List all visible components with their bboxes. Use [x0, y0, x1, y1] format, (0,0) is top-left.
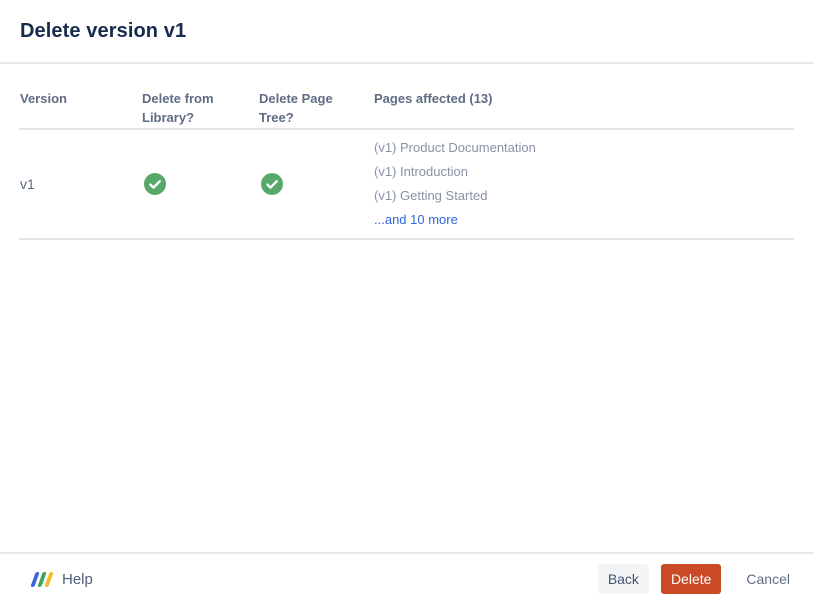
help-label: Help: [62, 570, 93, 588]
and-more-link[interactable]: ...and 10 more: [374, 208, 458, 232]
affected-page: (v1) Introduction: [374, 164, 468, 179]
dialog-header: Delete version v1: [0, 0, 813, 62]
dialog-footer: Help Back Delete Cancel: [0, 552, 813, 604]
back-button[interactable]: Back: [597, 564, 649, 594]
column-header-delete-from-library: Delete from Library?: [142, 91, 214, 125]
k15t-slashes-logo-icon: [30, 571, 54, 587]
cancel-link[interactable]: Cancel: [743, 571, 793, 587]
pages-affected-cell: (v1) Product Documentation (v1) Introduc…: [374, 136, 794, 232]
delete-version-dialog: Delete version v1 Version Delete from Li…: [0, 0, 813, 604]
table-header-row: Version Delete from Library? Delete Page…: [19, 64, 794, 130]
check-circle-icon: [261, 173, 283, 195]
footer-buttons: Back Delete Cancel: [597, 564, 793, 594]
affected-page: (v1) Getting Started: [374, 188, 488, 203]
column-header-pages-affected: Pages affected (13): [374, 91, 493, 106]
help-link[interactable]: Help: [30, 570, 93, 588]
delete-page-tree-cell: [259, 173, 374, 195]
column-header-delete-page-tree: Delete Page Tree?: [259, 91, 333, 125]
delete-button[interactable]: Delete: [660, 564, 722, 594]
version-cell: v1: [20, 176, 35, 192]
table-row: v1 (v1) Product Documentation (v1) Intro…: [19, 130, 794, 240]
dialog-title: Delete version v1: [20, 20, 187, 42]
versions-table: Version Delete from Library? Delete Page…: [19, 64, 794, 240]
delete-from-library-cell: [142, 173, 259, 195]
affected-page: (v1) Product Documentation: [374, 140, 536, 155]
column-header-version: Version: [20, 91, 67, 106]
check-circle-icon: [144, 173, 166, 195]
